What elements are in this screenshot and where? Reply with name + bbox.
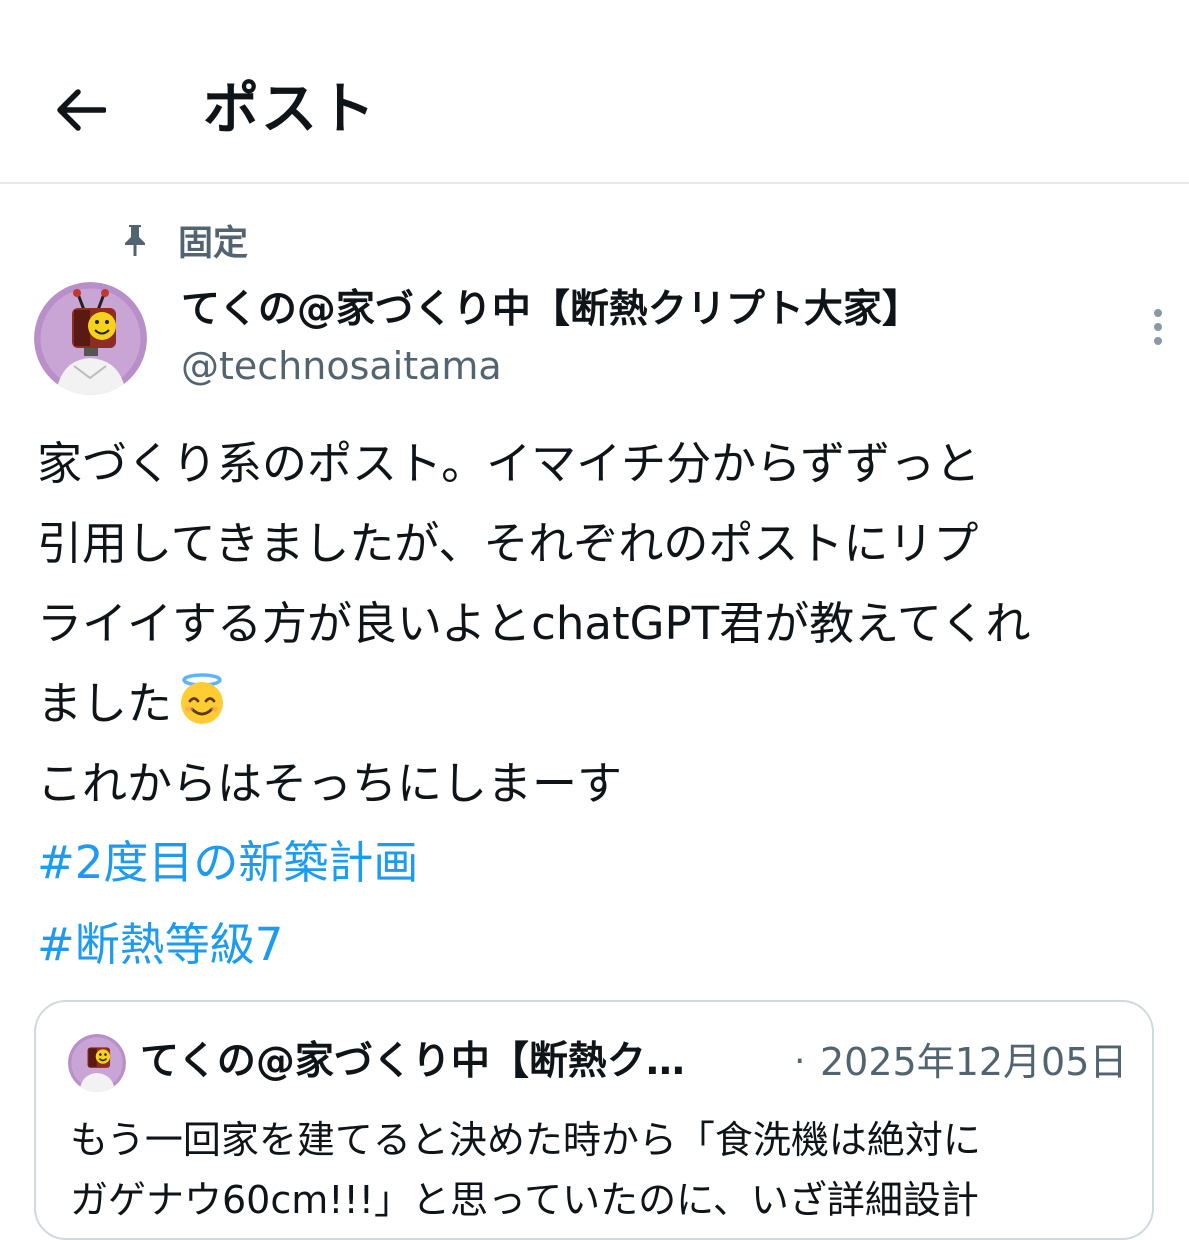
post-body-line: 家づくり系のポスト。イマイチ分からずずっと (37, 437, 981, 490)
back-button[interactable] (38, 70, 122, 150)
pinned-indicator: 固定 (118, 212, 248, 268)
post-body-line: これからはそっちにしまーす (37, 757, 623, 810)
quoted-post-text: もう一回家を建てると決めた時から「食洗機は絶対に ガゲナウ60cm!!!」と思っ… (70, 1110, 1140, 1230)
avatar[interactable] (34, 282, 147, 395)
hashtag-link[interactable]: #2度目の新築計画 (37, 824, 418, 902)
quoted-separator: · (794, 1041, 806, 1082)
quoted-post-card[interactable]: てくの@家づくり中【断熱ク… · 2025年12月05日 もう一回家を建てると決… (34, 1000, 1154, 1240)
post-body-line: 引用してきましたが、それぞれのポストにリプ (37, 517, 979, 570)
post-body: 家づくり系のポスト。イマイチ分からずずっと 引用してきましたが、それぞれのポスト… (37, 424, 1157, 824)
page-title: ポスト (203, 77, 377, 142)
quoted-text-line: もう一回家を建てると決めた時から「食洗機は絶対に (70, 1118, 981, 1162)
author-handle[interactable]: @technosaitama (181, 338, 502, 394)
pinned-label: 固定 (178, 223, 249, 264)
pin-icon (118, 220, 152, 260)
post-body-line: ました (37, 677, 173, 730)
smiling-face-with-halo-icon (181, 673, 224, 724)
quoted-post-date: 2025年12月05日 (820, 1040, 1128, 1084)
more-vertical-icon (1154, 309, 1162, 345)
hashtag-link[interactable]: #断熱等級7 (37, 906, 283, 984)
post-body-line-with-emoji: ました (37, 664, 1157, 744)
author-display-name[interactable]: てくの@家づくり中【断熱クリプト大家】 (181, 282, 921, 338)
quoted-author-avatar (68, 1034, 126, 1092)
back-arrow-icon (57, 89, 106, 131)
top-bar: ポスト (0, 0, 1189, 184)
quoted-author-name: てくの@家づくり中【断熱ク… (140, 1039, 685, 1084)
post-body-line: ライイする方が良いよとchatGPT君が教えてくれ (37, 597, 1031, 650)
quoted-text-line: ガゲナウ60cm!!!」と思っていたのに、いざ詳細設計 (70, 1178, 979, 1222)
more-options-button[interactable] (1138, 304, 1178, 350)
